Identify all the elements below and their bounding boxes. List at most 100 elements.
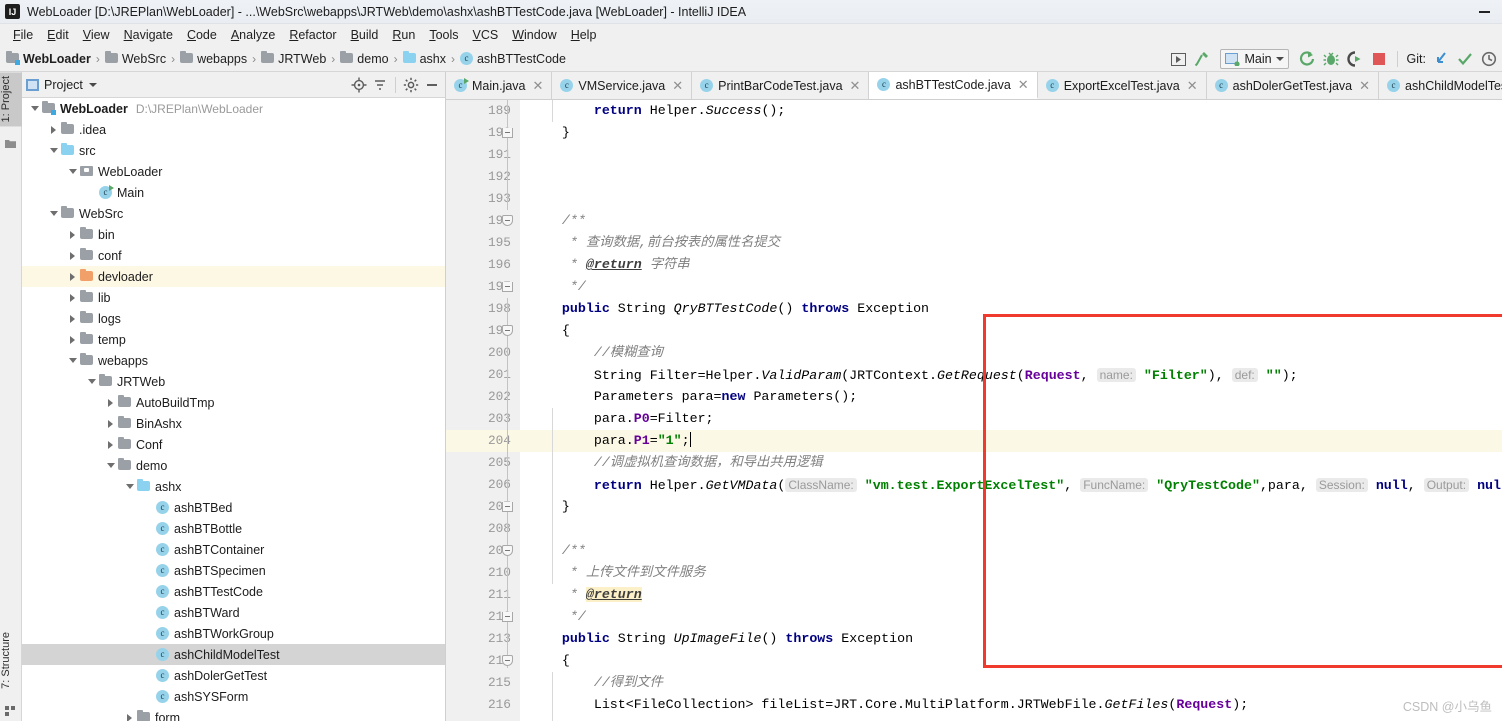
project-tree[interactable]: WebLoader D:\JREPlan\WebLoader .idea src Web… xyxy=(22,98,445,721)
close-icon[interactable]: ✕ xyxy=(850,78,861,94)
menu-item-help[interactable]: Help xyxy=(564,26,604,44)
code-line[interactable]: 209 /** xyxy=(446,540,1502,562)
chevron-right-icon[interactable] xyxy=(104,417,117,430)
project-view-chevron-down-icon[interactable] xyxy=(88,82,97,87)
chevron-down-icon[interactable] xyxy=(1275,57,1284,61)
code-line[interactable]: 216 List<FileCollection> fileList=JRT.Co… xyxy=(446,694,1502,716)
menu-item-refactor[interactable]: Refactor xyxy=(282,26,343,44)
menu-item-analyze[interactable]: Analyze xyxy=(224,26,282,44)
code-line[interactable]: 200 //模糊查询 xyxy=(446,342,1502,364)
fold-end-icon[interactable] xyxy=(502,502,513,512)
close-icon[interactable]: ✕ xyxy=(533,78,544,94)
tree-node-conf[interactable]: Conf xyxy=(22,434,445,455)
tree-node-ashbtward[interactable]: c ashBTWard xyxy=(22,602,445,623)
chevron-down-icon[interactable] xyxy=(123,480,136,493)
menu-item-build[interactable]: Build xyxy=(344,26,386,44)
breadcrumb-item-webapps[interactable]: webapps xyxy=(180,51,247,66)
run-configuration-selector[interactable]: Main xyxy=(1220,49,1289,69)
tree-node-ashdolergettest[interactable]: c ashDolerGetTest xyxy=(22,665,445,686)
hide-panel-icon[interactable] xyxy=(423,76,441,94)
tree-node-bin[interactable]: bin xyxy=(22,224,445,245)
history-icon[interactable] xyxy=(1480,50,1498,68)
tree-node-websrc[interactable]: WebSrc xyxy=(22,203,445,224)
editor-tab-ashdolergettest-java[interactable]: c ashDolerGetTest.java ✕ xyxy=(1206,72,1380,99)
locate-icon[interactable] xyxy=(350,76,368,94)
fold-start-icon[interactable] xyxy=(502,325,513,336)
chevron-right-icon[interactable] xyxy=(123,711,136,721)
tree-node-webloader[interactable]: WebLoader D:\JREPlan\WebLoader xyxy=(22,98,445,119)
code-line[interactable]: 202 Parameters para=new Parameters(); xyxy=(446,386,1502,408)
build-hammer-icon[interactable] xyxy=(1193,50,1211,68)
code-line[interactable]: 192 xyxy=(446,166,1502,188)
debug-icon[interactable] xyxy=(1322,50,1340,68)
editor-tab-ashbttestcode-java[interactable]: c ashBTTestCode.java ✕ xyxy=(869,72,1038,99)
chevron-down-icon[interactable] xyxy=(47,144,60,157)
code-lines[interactable]: 189 return Helper.Success(); 190 } 191 192 1… xyxy=(446,100,1502,721)
code-line[interactable]: 206 return Helper.GetVMData(ClassName: "… xyxy=(446,474,1502,496)
tree-node-ashbttestcode[interactable]: c ashBTTestCode xyxy=(22,581,445,602)
fold-end-icon[interactable] xyxy=(502,128,513,138)
chevron-right-icon[interactable] xyxy=(104,438,117,451)
code-line[interactable]: 194 /** xyxy=(446,210,1502,232)
code-line[interactable]: 197 */ xyxy=(446,276,1502,298)
tree-node-form[interactable]: form xyxy=(22,707,445,721)
chevron-right-icon[interactable] xyxy=(104,396,117,409)
tree-node-ashbtbed[interactable]: c ashBTBed xyxy=(22,497,445,518)
editor-tab-printbarcodetest-java[interactable]: c PrintBarCodeTest.java ✕ xyxy=(692,72,870,99)
code-line[interactable]: 213 public String UpImageFile() throws E… xyxy=(446,628,1502,650)
preview-icon[interactable] xyxy=(1169,50,1187,68)
editor-tab-vmservice-java[interactable]: c VMService.java ✕ xyxy=(552,72,693,99)
chevron-right-icon[interactable] xyxy=(66,270,79,283)
breadcrumb-item-ashbttestcode[interactable]: c ashBTTestCode xyxy=(459,52,566,66)
tree-node-ashbtbottle[interactable]: c ashBTBottle xyxy=(22,518,445,539)
close-icon[interactable]: ✕ xyxy=(1187,78,1198,94)
menu-item-window[interactable]: Window xyxy=(505,26,563,44)
stop-icon[interactable] xyxy=(1370,50,1388,68)
tool-window-button-structure[interactable]: 7: Structure xyxy=(0,628,22,693)
tree-node-webloader[interactable]: WebLoader xyxy=(22,161,445,182)
editor-tab-bar[interactable]: c Main.java ✕ c VMService.java ✕ c PrintBarCode… xyxy=(446,72,1502,100)
code-line[interactable]: 204 para.P1="1"; xyxy=(446,430,1502,452)
gear-icon[interactable] xyxy=(402,76,420,94)
tree-node-demo[interactable]: demo xyxy=(22,455,445,476)
code-line[interactable]: 201 String Filter=Helper.ValidParam(JRTC… xyxy=(446,364,1502,386)
code-line[interactable]: 214 { xyxy=(446,650,1502,672)
tree-node-src[interactable]: src xyxy=(22,140,445,161)
tree-node-ashbtworkgroup[interactable]: c ashBTWorkGroup xyxy=(22,623,445,644)
code-editor[interactable]: 189 return Helper.Success(); 190 } 191 192 1… xyxy=(446,100,1502,721)
close-icon[interactable]: ✕ xyxy=(672,78,683,94)
chevron-down-icon[interactable] xyxy=(104,459,117,472)
breadcrumb-item-jrtweb[interactable]: JRTWeb xyxy=(261,51,326,66)
minimize-button[interactable] xyxy=(1479,11,1490,13)
collapse-all-icon[interactable] xyxy=(371,76,389,94)
menu-item-run[interactable]: Run xyxy=(385,26,422,44)
code-line[interactable]: 196 * @return 字符串 xyxy=(446,254,1502,276)
breadcrumb-item-websrc[interactable]: WebSrc xyxy=(104,51,166,66)
update-project-icon[interactable] xyxy=(1432,50,1450,68)
tree-node-webapps[interactable]: webapps xyxy=(22,350,445,371)
code-line[interactable]: 195 * 查询数据,前台按表的属性名提交 xyxy=(446,232,1502,254)
tree-node-lib[interactable]: lib xyxy=(22,287,445,308)
fold-start-icon[interactable] xyxy=(502,655,513,666)
menu-item-tools[interactable]: Tools xyxy=(422,26,465,44)
tree-node-ashchildmodeltest[interactable]: c ashChildModelTest xyxy=(22,644,445,665)
menu-item-code[interactable]: Code xyxy=(180,26,224,44)
chevron-right-icon[interactable] xyxy=(66,291,79,304)
code-line[interactable]: 190 } xyxy=(446,122,1502,144)
commit-icon[interactable] xyxy=(1456,50,1474,68)
fold-end-icon[interactable] xyxy=(502,282,513,292)
tree-node-jrtweb[interactable]: JRTWeb xyxy=(22,371,445,392)
run-with-coverage-icon[interactable] xyxy=(1346,50,1364,68)
breadcrumb-item-demo[interactable]: demo xyxy=(340,51,389,66)
fold-start-icon[interactable] xyxy=(502,215,513,226)
run-icon[interactable] xyxy=(1298,50,1316,68)
tree-node-ashx[interactable]: ashx xyxy=(22,476,445,497)
tree-node-ashbtcontainer[interactable]: c ashBTContainer xyxy=(22,539,445,560)
code-line[interactable]: 211 * @return xyxy=(446,584,1502,606)
chevron-right-icon[interactable] xyxy=(66,312,79,325)
chevron-right-icon[interactable] xyxy=(66,333,79,346)
tree-node-binashx[interactable]: BinAshx xyxy=(22,413,445,434)
code-line[interactable]: 207 } xyxy=(446,496,1502,518)
chevron-down-icon[interactable] xyxy=(66,354,79,367)
tool-window-button-project[interactable]: 1: Project xyxy=(0,72,22,127)
